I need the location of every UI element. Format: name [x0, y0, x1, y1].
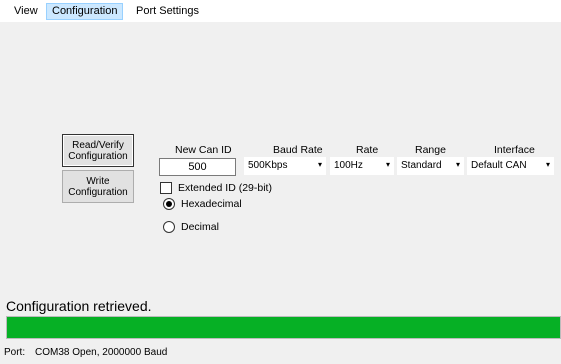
- progress-bar: [6, 316, 561, 339]
- progress-fill: [7, 317, 560, 338]
- port-label: Port:: [4, 347, 26, 358]
- extended-id-label: Extended ID (29-bit): [178, 182, 272, 194]
- baud-rate-value: 500Kbps: [248, 160, 288, 171]
- baud-rate-label: Baud Rate: [273, 144, 323, 156]
- write-configuration-button[interactable]: Write Configuration: [62, 170, 134, 203]
- hexadecimal-label: Hexadecimal: [181, 198, 242, 210]
- interface-select[interactable]: Default CAN ▾: [467, 157, 554, 175]
- read-verify-configuration-button[interactable]: Read/Verify Configuration: [62, 134, 134, 167]
- extended-id-option[interactable]: Extended ID (29-bit): [160, 181, 272, 195]
- decimal-radio[interactable]: [163, 221, 175, 233]
- decimal-option[interactable]: Decimal: [163, 220, 219, 234]
- interface-label: Interface: [494, 144, 535, 156]
- decimal-label: Decimal: [181, 221, 219, 233]
- port-status: COM38 Open, 2000000 Baud: [35, 347, 168, 358]
- menu-port-settings[interactable]: Port Settings: [130, 3, 205, 20]
- menu-view[interactable]: View: [8, 3, 44, 20]
- status-message: Configuration retrieved.: [6, 298, 152, 314]
- can-id-label: New Can ID: [175, 144, 232, 156]
- status-bar: Port: COM38 Open, 2000000 Baud: [0, 343, 561, 364]
- range-select[interactable]: Standard ▾: [397, 157, 464, 175]
- chevron-down-icon: ▾: [545, 160, 550, 169]
- interface-value: Default CAN: [471, 160, 527, 171]
- chevron-down-icon: ▾: [385, 160, 390, 169]
- hexadecimal-radio[interactable]: [163, 198, 175, 210]
- range-label: Range: [415, 144, 446, 156]
- baud-rate-select[interactable]: 500Kbps ▾: [244, 157, 326, 175]
- rate-label: Rate: [356, 144, 379, 156]
- chevron-down-icon: ▾: [455, 160, 460, 169]
- menu-configuration[interactable]: Configuration: [46, 3, 124, 20]
- can-id-input[interactable]: 500: [159, 158, 236, 176]
- range-value: Standard: [401, 160, 442, 171]
- rate-select[interactable]: 100Hz ▾: [330, 157, 394, 175]
- menu-bar: View Configuration Port Settings: [0, 0, 561, 22]
- hexadecimal-option[interactable]: Hexadecimal: [163, 197, 242, 211]
- extended-id-checkbox[interactable]: [160, 182, 172, 194]
- chevron-down-icon: ▾: [317, 160, 322, 169]
- rate-value: 100Hz: [334, 160, 363, 171]
